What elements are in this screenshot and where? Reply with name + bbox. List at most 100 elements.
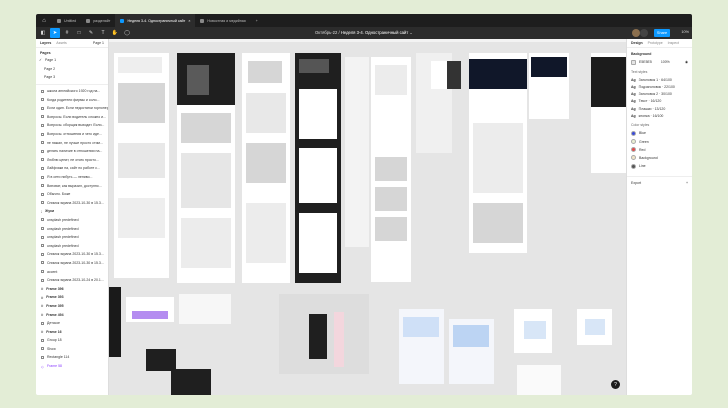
frame[interactable]: [171, 369, 211, 395]
layer-row[interactable]: # Frame 393: [36, 293, 108, 302]
frame[interactable]: [514, 309, 552, 353]
layer-row[interactable]: # Frame 16: [36, 327, 108, 336]
layer-row[interactable]: Если один. Если недостатки горлонер...: [36, 104, 108, 113]
layer-row[interactable]: Снимок экрана 2023-10-24 в 20.1...: [36, 276, 108, 285]
export-section[interactable]: Export +: [627, 176, 692, 187]
layer-row[interactable]: Снимок экрана 2023-10-30 в 15.3...: [36, 259, 108, 268]
layer-row[interactable]: ◇ Frame 58: [36, 362, 108, 371]
layer-row[interactable]: Show: [36, 345, 108, 354]
layer-row[interactable]: # Frame 395: [36, 302, 108, 311]
file-name[interactable]: Неделя 3-4. Одностраничный сайт: [341, 30, 408, 35]
main-menu-icon[interactable]: ◧: [38, 28, 48, 38]
frame[interactable]: [577, 309, 612, 345]
color-style-item[interactable]: Line: [627, 162, 692, 170]
shape-tool-icon[interactable]: □: [74, 28, 84, 38]
home-icon[interactable]: ⌂: [36, 14, 52, 27]
frame[interactable]: [449, 319, 494, 384]
tab-active-file[interactable]: Неделя 3-4. Одностраничный сайт ×: [115, 14, 196, 27]
layer-row[interactable]: unsplash predefined: [36, 216, 108, 225]
tab-assets[interactable]: Assets: [56, 41, 67, 45]
background-fill[interactable]: E5E5E5 100% ◉: [627, 58, 692, 66]
layer-row[interactable]: unsplash predefined: [36, 224, 108, 233]
text-style-item[interactable]: Ag Плашки · 13/120: [627, 105, 692, 112]
layer-row[interactable]: Rectangle 114: [36, 353, 108, 362]
text-style-item[interactable]: Ag Заголовок 2 · 30/100: [627, 91, 692, 98]
tab-news[interactable]: Новостная и медийная: [195, 14, 250, 27]
frame[interactable]: [177, 53, 235, 283]
layer-row[interactable]: школа английского 1920 год на...: [36, 87, 108, 96]
hand-tool-icon[interactable]: ✋: [110, 28, 120, 38]
layer-row[interactable]: Вопросы. Если водитель сложно и...: [36, 113, 108, 122]
text-style-item[interactable]: Ag Текст · 16/120: [627, 98, 692, 105]
pen-tool-icon[interactable]: ✎: [86, 28, 96, 38]
layer-row[interactable]: # Frame 494: [36, 310, 108, 319]
frame[interactable]: [399, 309, 444, 384]
layer-row[interactable]: # Frame 396: [36, 284, 108, 293]
zoom-control[interactable]: 10%: [681, 30, 689, 34]
text-tool-icon[interactable]: T: [98, 28, 108, 38]
text-style-item[interactable]: Ag Заголовок 1 · 64/100: [627, 76, 692, 83]
color-style-item[interactable]: Blue: [627, 129, 692, 137]
share-button[interactable]: Share: [654, 29, 670, 37]
layer-row[interactable]: unsplash predefined: [36, 233, 108, 242]
frame[interactable]: [517, 365, 561, 395]
layer-row[interactable]: Вопросы. сборщик выходит. Если...: [36, 121, 108, 130]
layer-row[interactable]: Я в сети нибуть — лениво...: [36, 173, 108, 182]
layer-row[interactable]: Вопросы. отношения и чего иде...: [36, 130, 108, 139]
text-style-item[interactable]: Ag Подзаголовок · 22/100: [627, 83, 692, 90]
background-swatch[interactable]: [631, 59, 636, 65]
canvas[interactable]: ?: [109, 39, 626, 395]
layer-row[interactable]: Когда родители фирмы и соло...: [36, 95, 108, 104]
tab-design[interactable]: Design: [631, 41, 643, 45]
layer-row[interactable]: unsplash predefined: [36, 241, 108, 250]
layer-row[interactable]: accent: [36, 267, 108, 276]
page-item[interactable]: ✓ Page 1: [36, 56, 108, 65]
layer-row[interactable]: Обычно. Боже: [36, 190, 108, 199]
plus-icon[interactable]: +: [686, 181, 688, 185]
tab-inspect[interactable]: Inspect: [668, 41, 679, 45]
comment-tool-icon[interactable]: ◯: [122, 28, 132, 38]
frame[interactable]: [179, 294, 231, 324]
layer-row[interactable]: Люблю ценит, не отсек просто...: [36, 156, 108, 165]
frame[interactable]: [242, 53, 290, 283]
tab-prototype[interactable]: Prototype: [648, 41, 663, 45]
eye-icon[interactable]: ◉: [685, 60, 688, 64]
frame[interactable]: [371, 57, 411, 282]
layer-row[interactable]: ⁞ Жуки: [36, 207, 108, 216]
layer-row[interactable]: Снимок экрана 2023-10-30 в 15.3...: [36, 199, 108, 208]
frame[interactable]: [114, 53, 169, 278]
frame[interactable]: [146, 349, 176, 371]
tab-untitled[interactable]: Untitled: [52, 14, 81, 27]
layer-row[interactable]: Group 18: [36, 336, 108, 345]
frame[interactable]: [529, 53, 569, 119]
tab-razdelait[interactable]: разделайт: [81, 14, 115, 27]
page-item[interactable]: Page 3: [36, 73, 108, 82]
text-style-item[interactable]: Ag кнопка · 16/100: [627, 112, 692, 119]
help-button[interactable]: ?: [611, 380, 620, 389]
page-item[interactable]: Page 2: [36, 65, 108, 74]
avatar[interactable]: [632, 29, 640, 37]
frame[interactable]: [591, 53, 626, 173]
layer-row[interactable]: делать наличие в отношении на...: [36, 147, 108, 156]
layer-row[interactable]: Снимок экрана 2023-10-30 в 15.3...: [36, 250, 108, 259]
frame[interactable]: [345, 57, 369, 247]
avatar[interactable]: [640, 29, 648, 37]
tab-layers[interactable]: Layers: [40, 41, 51, 45]
close-icon[interactable]: ×: [188, 19, 190, 23]
new-tab-button[interactable]: +: [251, 14, 263, 27]
frame-group[interactable]: [279, 294, 369, 374]
layer-row[interactable]: Лайфхаки на, сайт по работе с...: [36, 164, 108, 173]
frame[interactable]: [109, 287, 121, 357]
frame[interactable]: [431, 61, 461, 89]
frame[interactable]: [469, 53, 527, 253]
layer-row[interactable]: не нажал, не лучше просто стим...: [36, 138, 108, 147]
frame[interactable]: [295, 53, 341, 283]
color-style-item[interactable]: Background: [627, 154, 692, 162]
frame-tool-icon[interactable]: #: [62, 28, 72, 38]
move-tool-icon[interactable]: ➤: [50, 28, 60, 38]
frame[interactable]: [126, 297, 174, 322]
layer-row[interactable]: Детское: [36, 319, 108, 328]
color-style-item[interactable]: Red: [627, 146, 692, 154]
color-style-item[interactable]: Green: [627, 138, 692, 146]
page-selector[interactable]: Page 1: [93, 41, 104, 45]
